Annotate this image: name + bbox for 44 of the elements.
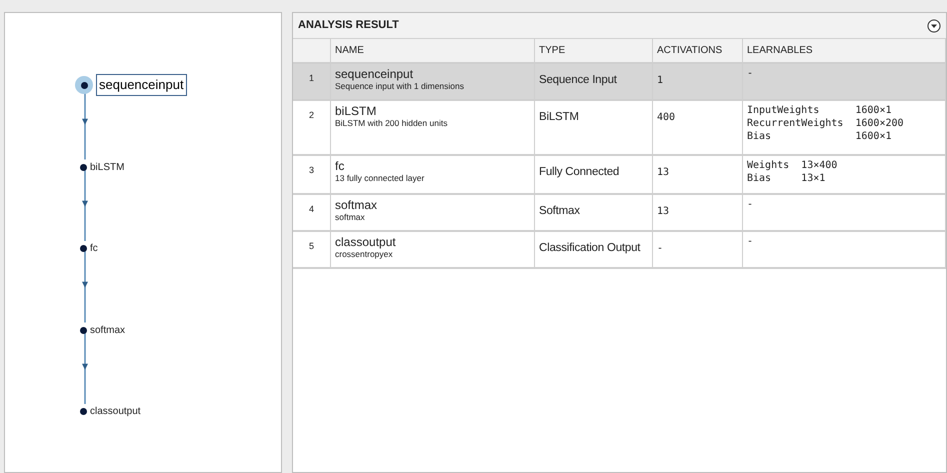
column-header[interactable]: TYPE — [535, 39, 653, 64]
layer-type: BiLSTM — [539, 111, 579, 123]
layer-name: fc — [335, 159, 346, 173]
node-label: sequenceinput — [96, 74, 187, 96]
activations-value: - — [657, 243, 664, 254]
layer-name: biLSTM — [335, 104, 378, 118]
row-index[interactable]: 4 — [293, 195, 331, 232]
learnable-line: - — [747, 198, 754, 211]
layer-name: softmax — [335, 198, 378, 212]
activations-value: 13 — [657, 206, 670, 217]
learnable-line: RecurrentWeights 1600×200 — [747, 117, 905, 130]
learnable-line: - — [747, 235, 754, 248]
dropdown-icon[interactable] — [927, 18, 941, 32]
column-header[interactable]: LEARNABLES — [743, 39, 946, 64]
layer-type: Sequence Input — [539, 74, 617, 86]
layer-type: Classification Output — [539, 242, 640, 254]
panel-title: ANALYSIS RESULT — [298, 18, 399, 34]
node-label: classoutput — [90, 405, 141, 419]
learnable-line: Bias 13×1 — [747, 172, 826, 185]
node-label: biLSTM — [90, 160, 124, 174]
row-index[interactable]: 5 — [293, 232, 331, 269]
layer-name: classoutput — [335, 235, 397, 249]
activations-value: 400 — [657, 112, 676, 123]
layer-description: BiLSTM with 200 hidden units — [335, 118, 448, 129]
activations-value: 1 — [657, 75, 664, 86]
row-index[interactable]: 2 — [293, 101, 331, 156]
activations-value: 13 — [657, 167, 670, 178]
layer-description: crossentropyex — [335, 249, 394, 260]
layer-type: Fully Connected — [539, 166, 620, 178]
column-header[interactable]: ACTIVATIONS — [653, 39, 743, 64]
learnable-line: InputWeights 1600×1 — [747, 104, 892, 117]
layer-description: Sequence input with 1 dimensions — [335, 81, 465, 92]
learnable-line: Bias 1600×1 — [747, 130, 892, 143]
layer-description: softmax — [335, 212, 366, 223]
node-label: fc — [90, 242, 98, 256]
row-index[interactable]: 1 — [293, 64, 331, 101]
learnable-line: Weights 13×400 — [747, 159, 838, 172]
layer-type: Softmax — [539, 205, 580, 217]
column-header[interactable]: NAME — [331, 39, 535, 64]
layer-description: 13 fully connected layer — [335, 173, 426, 184]
learnable-line: - — [747, 67, 754, 80]
row-index[interactable]: 3 — [293, 156, 331, 195]
node-label: softmax — [90, 324, 126, 338]
layer-name: sequenceinput — [335, 67, 414, 81]
